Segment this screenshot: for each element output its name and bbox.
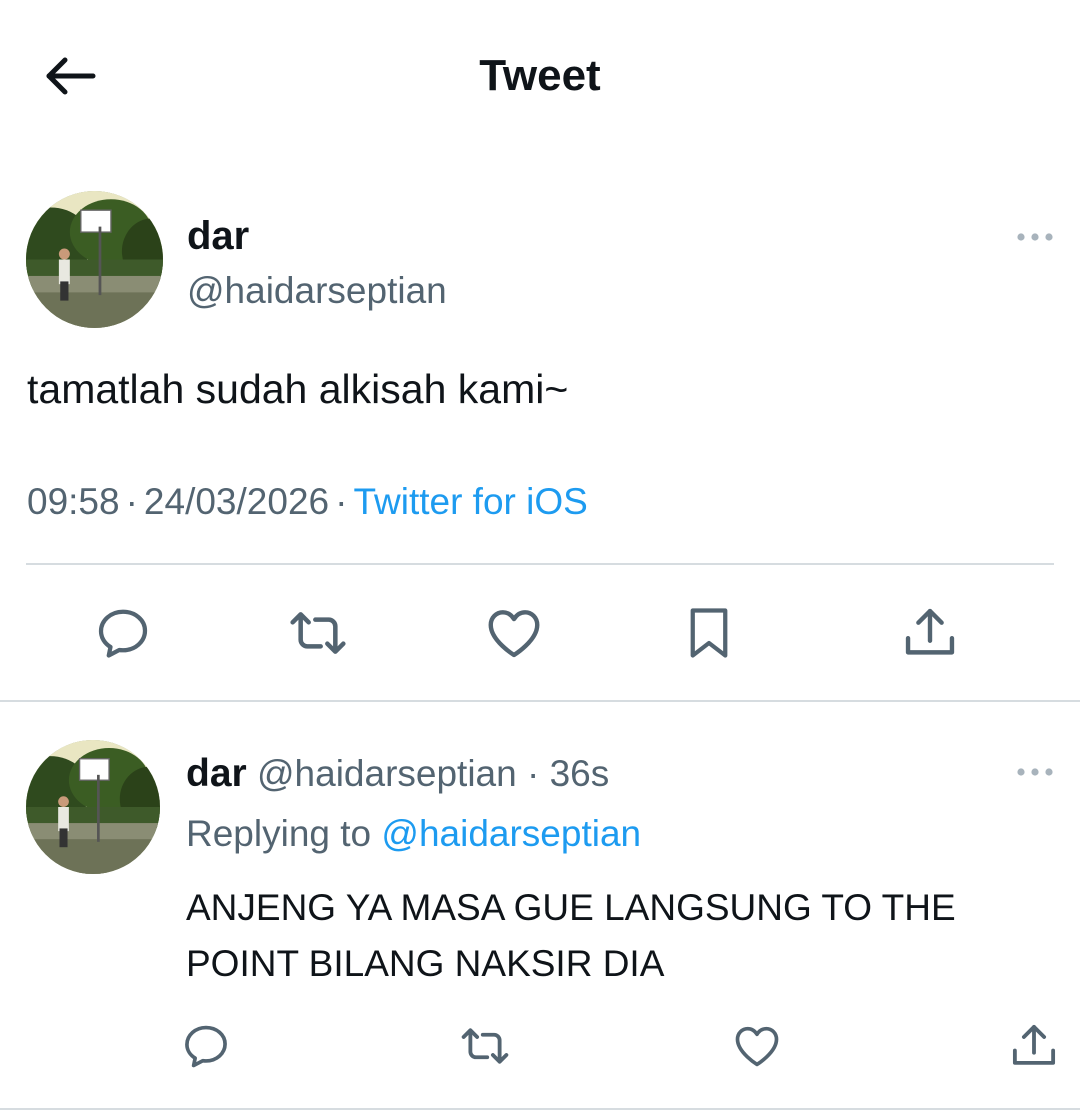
reply-timestamp[interactable]: 36s	[550, 753, 610, 794]
tweet-source-link[interactable]: Twitter for iOS	[353, 481, 587, 522]
reply-retweet-button[interactable]	[457, 1018, 513, 1074]
retweet-icon	[286, 601, 350, 665]
retweet-icon	[458, 1019, 512, 1073]
divider	[0, 700, 1080, 702]
reply-text: ANJENG YA MASA GUE LANGSUNG TO THE POINT…	[186, 887, 956, 984]
reply-reply-button[interactable]	[178, 1018, 234, 1074]
share-icon	[899, 602, 961, 664]
share-icon	[1007, 1019, 1061, 1073]
reply-header: dar @haidarseptian · 36s	[186, 746, 609, 802]
like-button[interactable]	[482, 601, 546, 665]
author-name[interactable]: dar	[187, 210, 249, 262]
replying-to: Replying to @haidarseptian	[186, 806, 641, 862]
reply-button[interactable]	[91, 601, 155, 665]
reply-share-button[interactable]	[1006, 1018, 1062, 1074]
separator: ·	[335, 481, 348, 522]
tweet-text: tamatlah sudah alkisah kami~	[27, 366, 569, 412]
tweet-time: 09:58	[27, 481, 120, 522]
page-title: Tweet	[479, 51, 601, 100]
reply-icon	[180, 1020, 232, 1072]
bookmark-icon	[679, 603, 739, 663]
bookmark-button[interactable]	[677, 601, 741, 665]
divider	[0, 1108, 1080, 1110]
divider	[26, 563, 1054, 565]
share-button[interactable]	[898, 601, 962, 665]
like-icon	[731, 1020, 783, 1072]
replying-to-handle-link[interactable]: @haidarseptian	[381, 813, 641, 854]
reply-icon	[93, 603, 153, 663]
reply-like-button[interactable]	[729, 1018, 785, 1074]
more-options-button[interactable]	[1010, 222, 1060, 252]
reply-more-options-button[interactable]	[1010, 757, 1060, 787]
reply-avatar[interactable]	[26, 740, 160, 874]
tweet-meta: 09:58 · 24/03/2026 · Twitter for iOS	[27, 476, 588, 528]
separator: ·	[125, 481, 138, 522]
reply-author-name[interactable]: dar	[186, 752, 247, 795]
more-dots-icon	[1017, 233, 1053, 241]
tweet-date: 24/03/2026	[143, 481, 330, 522]
like-icon	[483, 602, 545, 664]
reply-author-handle[interactable]: @haidarseptian	[257, 753, 517, 794]
retweet-button[interactable]	[286, 601, 350, 665]
author-handle[interactable]: @haidarseptian	[187, 266, 447, 316]
more-dots-icon	[1017, 768, 1053, 776]
separator: ·	[527, 753, 540, 794]
avatar[interactable]	[26, 191, 163, 328]
replying-to-label: Replying to	[186, 813, 372, 854]
